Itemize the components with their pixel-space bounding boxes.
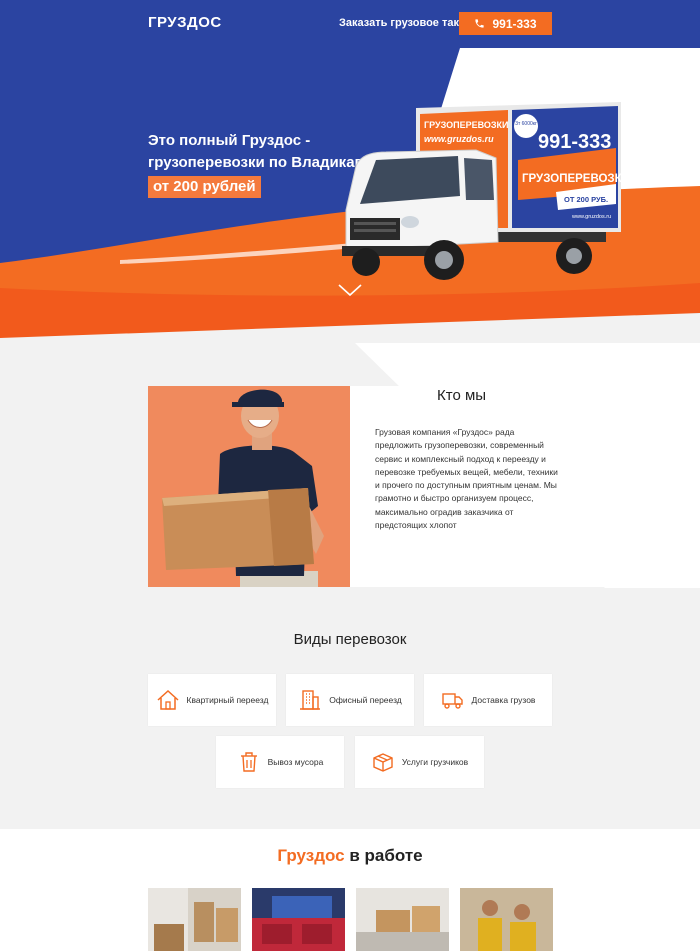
delivery-truck-icon bbox=[441, 693, 463, 709]
work-photo-1[interactable] bbox=[148, 888, 241, 951]
phone-icon bbox=[475, 19, 485, 28]
truck-badge: 3т 6000кг bbox=[515, 121, 537, 127]
truck-site-small: www.gruzdos.ru bbox=[571, 214, 611, 220]
service-label: Вывоз мусора bbox=[267, 757, 324, 767]
truck-side-site: www.gruzdos.ru bbox=[424, 134, 494, 144]
site-header: ГРУЗДОС Заказать грузовое такси 991-333 bbox=[0, 0, 700, 48]
work-title-rest: в работе bbox=[344, 846, 423, 865]
services-title: Виды перевозок bbox=[293, 631, 407, 648]
office-building-icon bbox=[300, 690, 321, 710]
truck-phone: 991-333 bbox=[538, 131, 611, 153]
service-card-garbage-removal[interactable]: Вывоз мусора bbox=[216, 736, 344, 788]
boxes-photo bbox=[356, 888, 449, 951]
work-photo-4[interactable] bbox=[460, 888, 553, 951]
phone-button[interactable]: 991-333 bbox=[459, 12, 552, 35]
service-label: Услуги грузчиков bbox=[401, 757, 469, 767]
about-photo bbox=[148, 386, 350, 587]
service-card-apartment-move[interactable]: Квартирный переезд bbox=[148, 674, 276, 726]
about-text: Грузовая компания «Груздос» рада предлож… bbox=[375, 427, 558, 531]
work-title-accent: Груздос bbox=[277, 846, 345, 865]
mover-photo bbox=[148, 386, 350, 587]
truck-price: ОТ 200 РУБ. bbox=[564, 195, 608, 204]
phone-number: 991-333 bbox=[492, 16, 537, 31]
truck-big-label: ГРУЗОПЕРЕВОЗКИ bbox=[522, 173, 626, 185]
service-label: Доставка грузов bbox=[471, 695, 536, 705]
house-icon bbox=[157, 689, 179, 710]
work-photo-3[interactable] bbox=[356, 888, 449, 951]
trash-can-icon bbox=[240, 752, 257, 772]
scroll-down-chevron-icon[interactable] bbox=[337, 283, 363, 297]
service-label: Квартирный переезд bbox=[186, 695, 269, 705]
truck-side-label: ГРУЗОПЕРЕВОЗКИ bbox=[424, 120, 508, 130]
hero-price-badge: от 200 рублей bbox=[148, 176, 261, 198]
work-photo-2[interactable] bbox=[252, 888, 345, 951]
service-label: Офисный переезд bbox=[329, 695, 402, 705]
order-taxi-link[interactable]: Заказать грузовое такси bbox=[339, 17, 472, 29]
service-card-cargo-delivery[interactable]: Доставка грузов bbox=[424, 674, 552, 726]
logo[interactable]: ГРУЗДОС bbox=[148, 14, 222, 31]
warehouse-photo bbox=[148, 888, 241, 951]
service-card-office-move[interactable]: Офисный переезд bbox=[286, 674, 414, 726]
truck-image: 3т 6000кг ГРУЗОПЕРЕВОЗКИ www.gruzdos.ru … bbox=[342, 102, 626, 280]
crates-photo bbox=[252, 888, 345, 951]
box-icon bbox=[373, 753, 393, 772]
team-photo bbox=[460, 888, 553, 951]
about-title: Кто мы bbox=[437, 387, 487, 404]
service-card-movers[interactable]: Услуги грузчиков bbox=[355, 736, 484, 788]
hero-section: Это полный Груздос - грузоперевозки по В… bbox=[0, 48, 700, 343]
work-title: Груздос в работе bbox=[0, 846, 700, 866]
